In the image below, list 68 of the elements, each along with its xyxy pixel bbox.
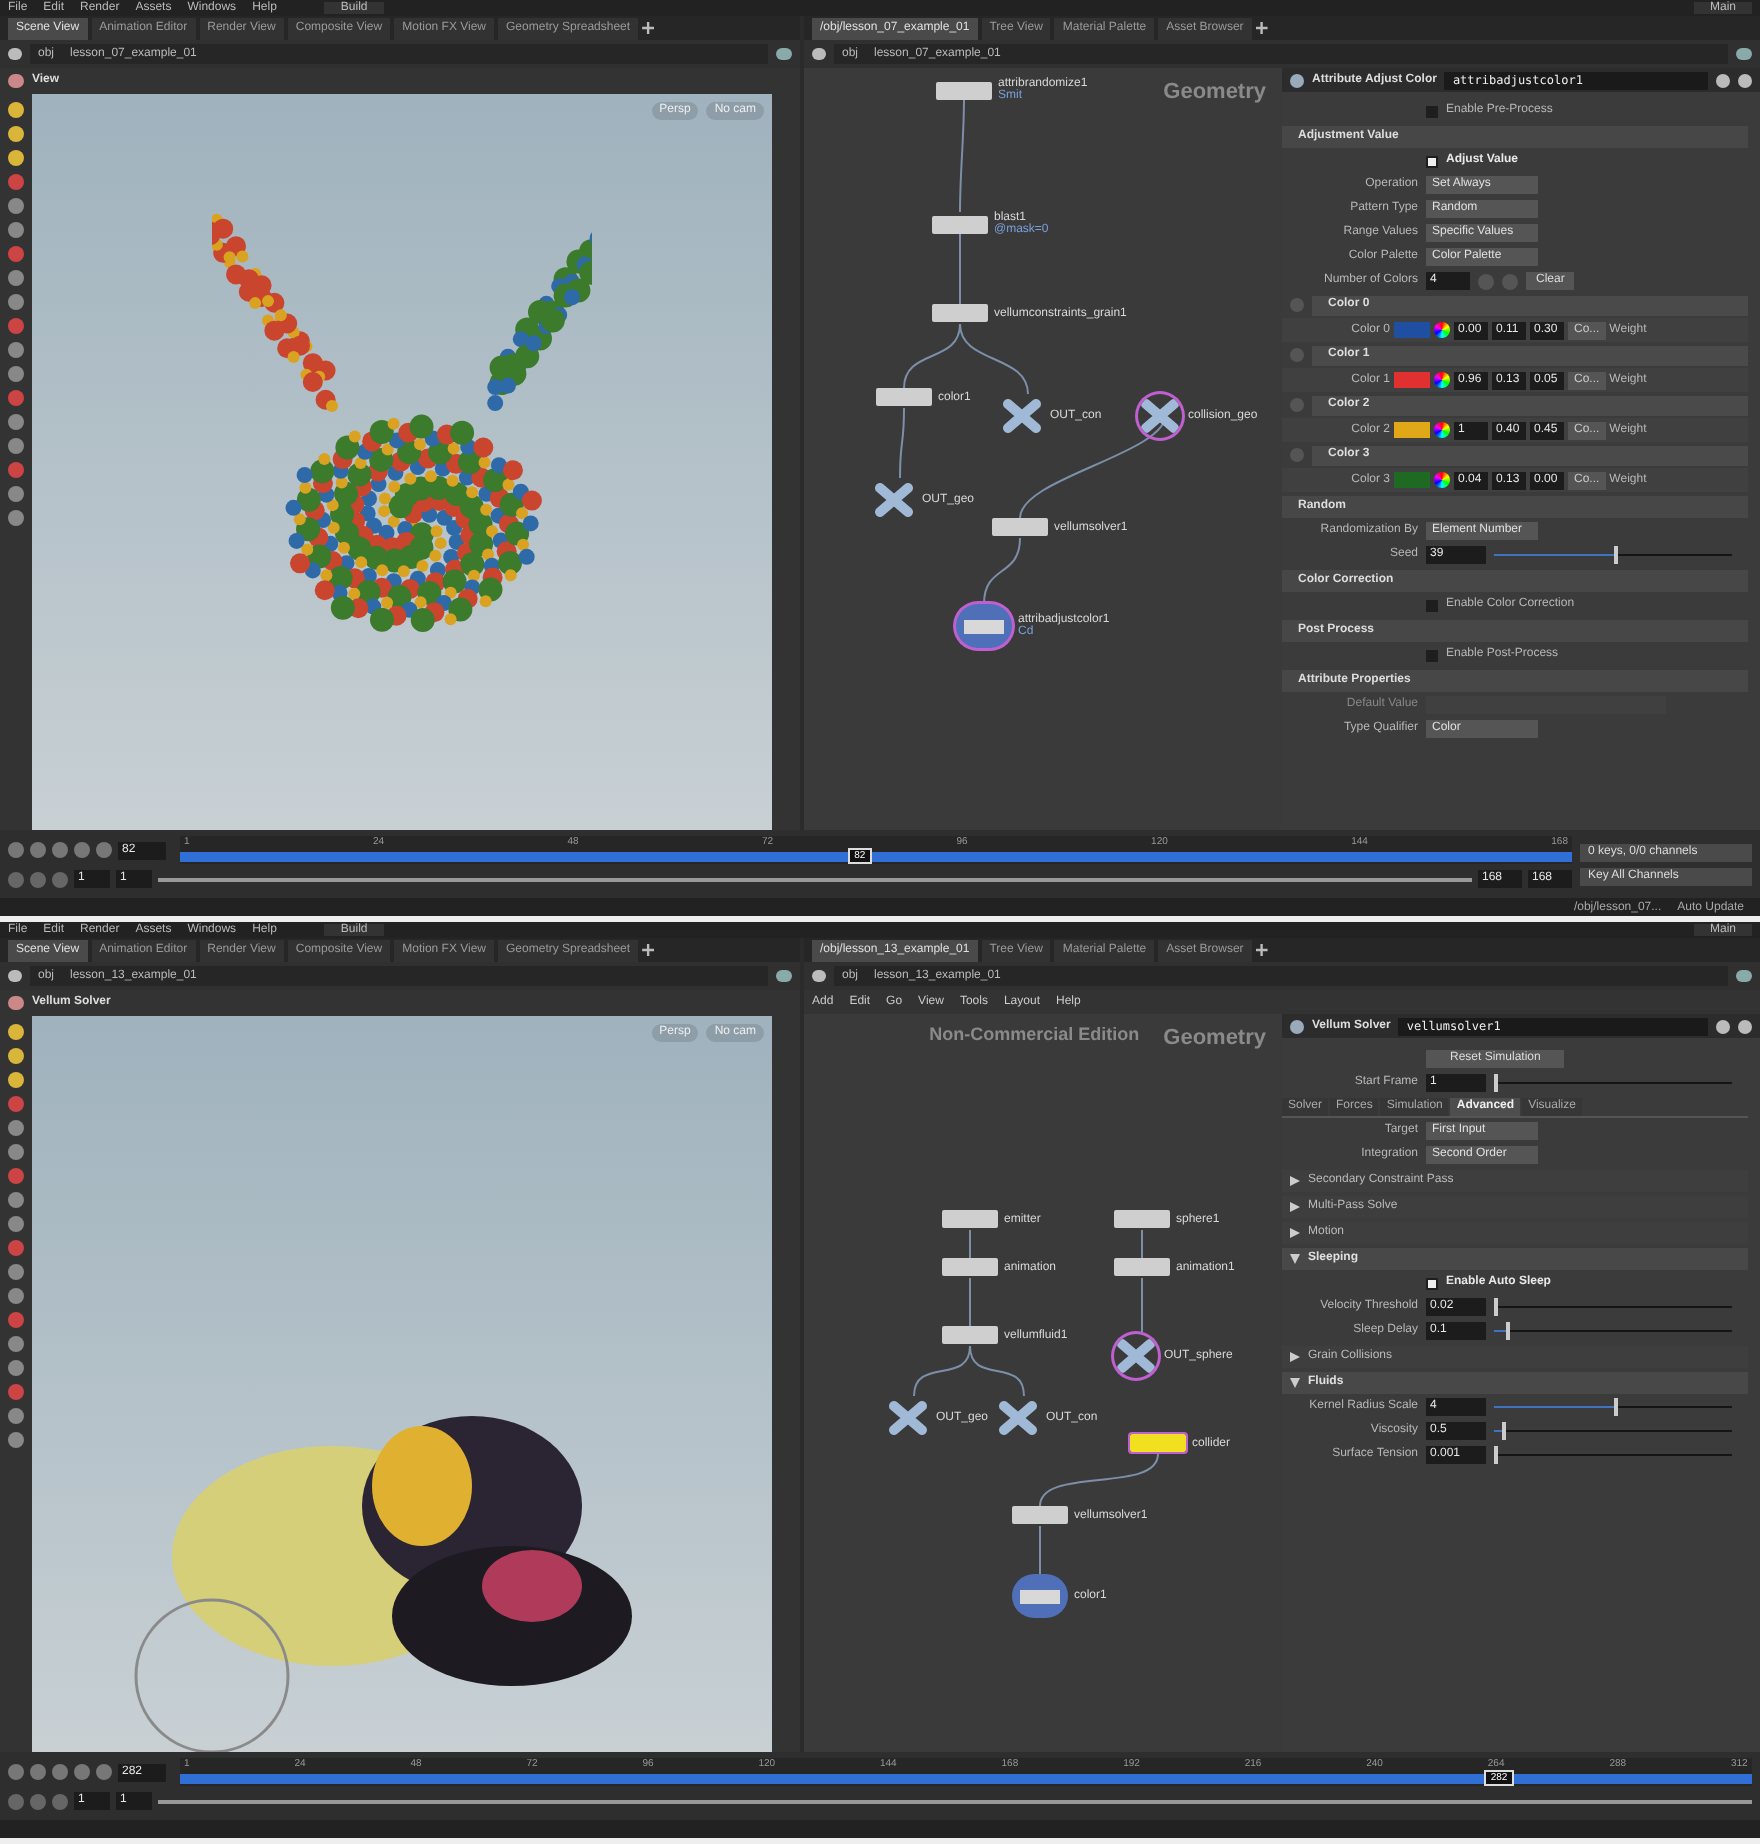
node-wire: [959, 231, 961, 305]
context-label: Geometry: [1163, 1024, 1266, 1054]
slider-handle[interactable]: [1501, 1422, 1506, 1440]
color-swatch[interactable]: [1394, 422, 1430, 438]
null-node-icon[interactable]: [996, 1396, 1040, 1440]
node-wire: [899, 407, 905, 479]
node-wire: [1141, 1229, 1143, 1259]
checkbox[interactable]: [1426, 649, 1438, 661]
node-wire: [959, 323, 1029, 395]
color-swatch[interactable]: [1394, 322, 1430, 338]
slider-handle[interactable]: [1494, 1298, 1498, 1316]
null-node-icon[interactable]: [1114, 1334, 1158, 1378]
collapsed-caret-icon: [1290, 1176, 1300, 1186]
node-tile[interactable]: [1012, 1506, 1068, 1524]
color-wheel-icon[interactable]: [1434, 322, 1450, 338]
node-tile[interactable]: [1114, 1258, 1170, 1276]
slider-handle[interactable]: [1505, 1322, 1510, 1340]
collapsed-caret-icon: [1290, 1228, 1300, 1238]
node-tile[interactable]: [942, 1210, 998, 1228]
slider-handle[interactable]: [1613, 1398, 1617, 1416]
node-tile[interactable]: [876, 388, 932, 406]
node-tile[interactable]: [936, 81, 992, 99]
context-label: Non-Commercial Edition: [929, 1022, 1140, 1048]
node-tile[interactable]: [992, 518, 1048, 536]
add-tab-icon[interactable]: [642, 944, 655, 956]
node-wire: [1141, 1277, 1143, 1335]
node-tile[interactable]: [942, 1258, 998, 1276]
collapsed-caret-icon: [1290, 1352, 1300, 1362]
slider-handle[interactable]: [1494, 1446, 1498, 1464]
node-wire: [1039, 1525, 1041, 1575]
color-swatch[interactable]: [1394, 472, 1430, 488]
color-wheel-icon[interactable]: [1434, 422, 1450, 438]
check-icon: [1428, 1279, 1436, 1287]
add-tab-icon[interactable]: [1255, 22, 1268, 34]
checkbox[interactable]: [1426, 1277, 1438, 1289]
node-tile[interactable]: [942, 1326, 998, 1344]
add-tab-icon[interactable]: [1255, 944, 1268, 956]
node-tile[interactable]: [1130, 1434, 1186, 1452]
node-wire: [969, 1277, 971, 1327]
expanded-caret-icon: [1290, 1378, 1300, 1388]
checkbox[interactable]: [1426, 155, 1438, 167]
expanded-caret-icon: [1290, 1254, 1300, 1264]
color-wheel-icon[interactable]: [1434, 372, 1450, 388]
node-tile[interactable]: [1114, 1210, 1170, 1228]
node-tile[interactable]: [956, 604, 1012, 648]
slider-handle[interactable]: [1494, 1074, 1498, 1092]
node-wire: [903, 323, 961, 389]
context-label: Geometry: [1163, 78, 1266, 108]
node-tile[interactable]: [932, 215, 988, 233]
null-node-icon[interactable]: [1138, 394, 1182, 438]
node-wire: [983, 537, 1021, 605]
null-node-icon[interactable]: [1000, 394, 1044, 438]
color-swatch[interactable]: [1394, 372, 1430, 388]
add-tab-icon[interactable]: [642, 22, 655, 34]
node-tile[interactable]: [932, 304, 988, 322]
node-tile[interactable]: [1012, 1574, 1068, 1618]
null-node-icon[interactable]: [872, 478, 916, 522]
node-wire: [959, 97, 965, 213]
node-wire: [1039, 1453, 1159, 1507]
check-icon: [1428, 157, 1436, 165]
checkbox[interactable]: [1426, 105, 1438, 117]
checkbox[interactable]: [1426, 599, 1438, 611]
color-wheel-icon[interactable]: [1434, 472, 1450, 488]
collapsed-caret-icon: [1290, 1202, 1300, 1212]
null-node-icon[interactable]: [886, 1396, 930, 1440]
node-wire: [969, 1345, 1025, 1397]
node-wire: [969, 1229, 971, 1259]
slider-handle[interactable]: [1613, 546, 1617, 564]
